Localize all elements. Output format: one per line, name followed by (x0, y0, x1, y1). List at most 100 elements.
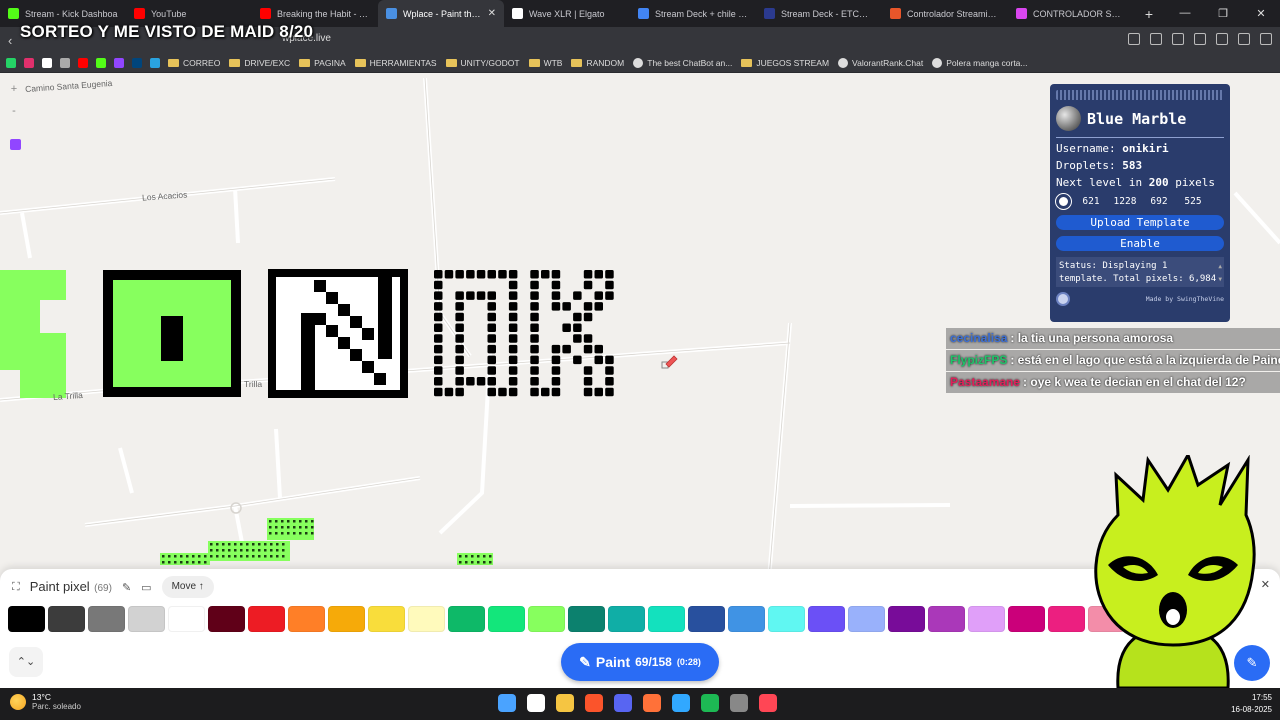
browser-tab[interactable]: CONTROLADOR STREAMI (1008, 0, 1134, 27)
color-swatch[interactable] (128, 606, 165, 632)
bookmark-item[interactable]: RANDOM (571, 58, 624, 68)
share-icon[interactable] (1150, 33, 1162, 45)
eraser-fab-icon[interactable]: ✎ (1234, 645, 1270, 681)
maximize-icon[interactable]: ❐ (1204, 7, 1242, 20)
wallet-icon[interactable] (1238, 33, 1250, 45)
coord-tile-y[interactable]: 1228 (1111, 196, 1139, 207)
coord-pixel-y[interactable]: 525 (1179, 196, 1207, 207)
coord-pixel-x[interactable]: 692 (1145, 196, 1173, 207)
back-icon[interactable]: ‹ (8, 33, 12, 48)
color-swatch[interactable] (88, 606, 125, 632)
color-swatch[interactable] (168, 606, 205, 632)
color-swatch[interactable] (288, 606, 325, 632)
zoom-in-icon[interactable]: + (6, 81, 22, 97)
new-tab-button[interactable]: + (1138, 6, 1160, 22)
taskbar-app-icon[interactable] (672, 694, 690, 712)
browser-tab[interactable]: Wave XLR | Elgato (504, 0, 630, 27)
color-swatch[interactable] (888, 606, 925, 632)
bookmark-item[interactable]: PAGINA (299, 58, 346, 68)
fullscreen-icon[interactable]: ⛶ (12, 581, 20, 594)
color-swatch[interactable] (568, 606, 605, 632)
color-swatch[interactable] (1008, 606, 1045, 632)
coord-tile-x[interactable]: 621 (1077, 196, 1105, 207)
taskbar-app-icon[interactable] (759, 694, 777, 712)
youtube-icon[interactable] (78, 57, 88, 68)
color-swatch[interactable] (448, 606, 485, 632)
extensions-puzzle-icon[interactable] (1194, 33, 1206, 45)
move-button[interactable]: Move ↑ (161, 576, 214, 598)
taskbar-app-icon[interactable] (614, 694, 632, 712)
color-swatch[interactable] (528, 606, 565, 632)
color-swatch[interactable] (208, 606, 245, 632)
close-tab-icon[interactable]: ✕ (484, 8, 496, 19)
taskbar-app-icon[interactable] (643, 694, 661, 712)
taskbar-app-icon[interactable] (701, 694, 719, 712)
temperature: 13°C (32, 692, 51, 702)
kick-icon[interactable] (96, 57, 106, 68)
instagram-icon[interactable] (24, 57, 34, 68)
color-swatch[interactable] (368, 606, 405, 632)
twitch-icon[interactable] (10, 139, 21, 150)
taskbar-app-icon[interactable] (498, 694, 516, 712)
bookmark-item[interactable]: The best ChatBot an... (633, 57, 732, 68)
bookmark-item[interactable]: WTB (528, 58, 562, 68)
color-swatch[interactable] (848, 606, 885, 632)
pin-icon[interactable] (1056, 194, 1071, 209)
color-swatch[interactable] (968, 606, 1005, 632)
paint-button[interactable]: ✎ Paint 69/158 (0:28) (561, 643, 719, 681)
telegram-icon[interactable] (150, 57, 160, 68)
color-swatch[interactable] (1048, 606, 1085, 632)
whatsapp-icon[interactable] (6, 57, 16, 68)
color-swatch[interactable] (688, 606, 725, 632)
weather-widget[interactable]: 13°C Parc. soleado (10, 692, 81, 711)
taskbar-app-icon[interactable] (585, 694, 603, 712)
enable-button[interactable]: Enable (1056, 236, 1224, 251)
color-swatch[interactable] (728, 606, 765, 632)
menu-icon[interactable] (1260, 33, 1272, 45)
zoom-out-icon[interactable]: - (6, 103, 22, 119)
color-swatch[interactable] (928, 606, 965, 632)
bookmark-item[interactable]: DRIVE/EXC (229, 58, 290, 68)
bookmark-item[interactable]: Polera manga corta... (932, 57, 1028, 68)
twitch-icon[interactable] (114, 57, 124, 68)
browser-tab[interactable]: Stream Deck + chile - Busc (630, 0, 756, 27)
bookmark-item[interactable]: ValorantRank.Chat (838, 57, 923, 68)
color-swatch[interactable] (48, 606, 85, 632)
browser-tab[interactable]: Wplace - Paint the wo ✕ (378, 0, 504, 27)
color-swatch[interactable] (608, 606, 645, 632)
browser-tab[interactable]: Controlador Streaming El (882, 0, 1008, 27)
color-swatch[interactable] (408, 606, 445, 632)
upload-template-button[interactable]: Upload Template (1056, 215, 1224, 230)
color-swatch[interactable] (648, 606, 685, 632)
color-swatch[interactable] (328, 606, 365, 632)
system-clock[interactable]: 17:55 16-08-2025 (1231, 692, 1272, 716)
eraser-icon[interactable]: ▭ (141, 581, 151, 594)
scroll-arrows-icon[interactable]: ▲ ▼ (1218, 260, 1222, 286)
x-icon[interactable] (42, 57, 52, 68)
color-swatch[interactable] (768, 606, 805, 632)
minimize-icon[interactable]: — (1166, 7, 1204, 20)
bookmark-item[interactable]: CORREO (168, 58, 220, 68)
taskbar-app-icon[interactable] (730, 694, 748, 712)
expand-icon[interactable]: ⌃⌄ (9, 647, 43, 677)
bookmark-label: CORREO (183, 57, 221, 68)
taskbar-app-icon[interactable] (527, 694, 545, 712)
color-swatch[interactable] (8, 606, 45, 632)
extension-icon[interactable] (1128, 33, 1140, 45)
sidebar-icon[interactable] (1216, 33, 1228, 45)
close-icon[interactable]: ✕ (1261, 578, 1270, 591)
bookmark-item[interactable]: JUEGOS STREAM (741, 58, 829, 68)
color-swatch[interactable] (248, 606, 285, 632)
color-swatch[interactable] (488, 606, 525, 632)
brave-shield-icon[interactable] (1172, 33, 1184, 45)
pencil-icon[interactable]: ✎ (122, 581, 131, 594)
color-swatch[interactable] (808, 606, 845, 632)
close-window-icon[interactable]: ✕ (1242, 7, 1280, 20)
bookmark-item[interactable]: UNITY/GODOT (445, 58, 520, 68)
browser-tab[interactable]: Stream Deck - ETCHILE (756, 0, 882, 27)
taskbar-app-icon[interactable] (556, 694, 574, 712)
drag-handle[interactable] (1056, 90, 1224, 100)
bookmark-item[interactable]: HERRAMIENTAS (354, 58, 437, 68)
apple-icon[interactable] (60, 57, 70, 68)
paypal-icon[interactable] (132, 57, 142, 68)
